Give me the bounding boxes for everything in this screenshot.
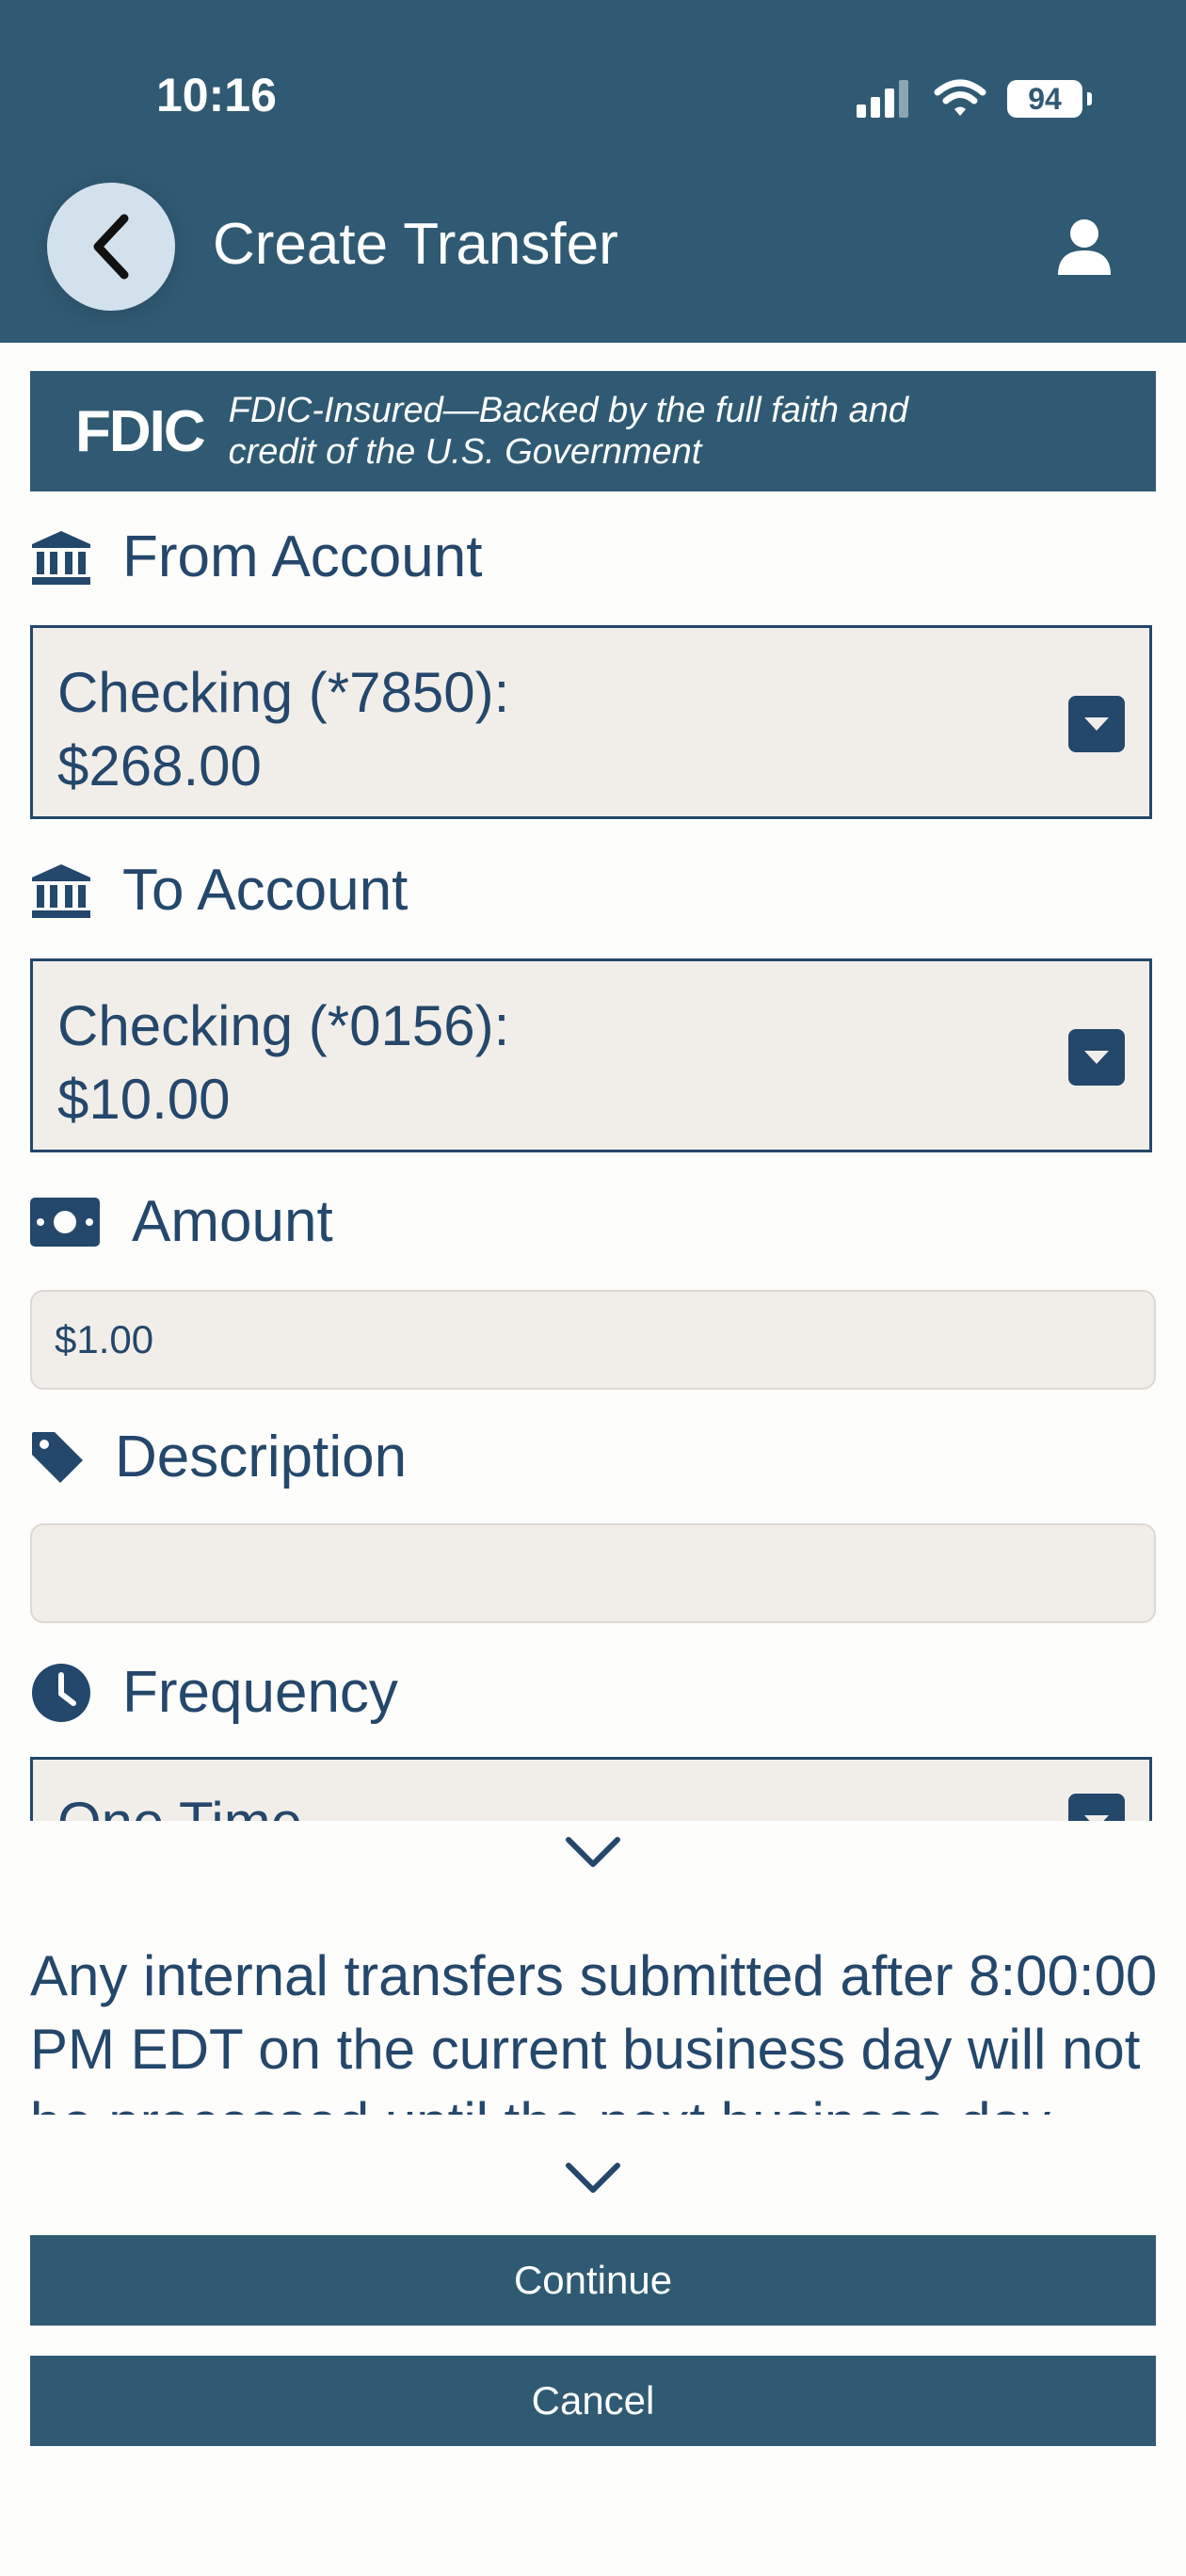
caret-down-icon xyxy=(1068,1029,1125,1086)
continue-button[interactable]: Continue xyxy=(30,2235,1156,2326)
to-account-label: To Account xyxy=(122,858,409,923)
description-label-row: Description xyxy=(30,1424,407,1490)
description-label: Description xyxy=(115,1425,408,1489)
clock-icon xyxy=(30,1663,92,1722)
notice-clip: Any internal transfers submitted after 8… xyxy=(30,1940,1160,2115)
battery-icon: 94 xyxy=(1007,80,1092,118)
fdic-text-line2: credit of the U.S. Government xyxy=(228,432,702,472)
description-input[interactable] xyxy=(30,1523,1156,1623)
bank-icon xyxy=(30,529,92,586)
to-account-select[interactable]: Checking (*0156): $10.00 xyxy=(30,958,1152,1152)
caret-down-icon xyxy=(1068,1794,1125,1821)
battery-level: 94 xyxy=(1028,81,1062,116)
frequency-value: One Time xyxy=(57,1786,302,1821)
frequency-select-clip: One Time xyxy=(30,1757,1156,1821)
fdic-logo: FDIC xyxy=(75,398,206,464)
caret-down-icon xyxy=(1068,696,1125,752)
user-icon[interactable] xyxy=(1056,217,1113,277)
from-account-value-line2: $268.00 xyxy=(57,734,262,797)
chevron-down-icon[interactable] xyxy=(565,2162,621,2196)
frequency-label-row: Frequency xyxy=(30,1659,398,1726)
money-bill-icon xyxy=(30,1194,100,1250)
amount-label-row: Amount xyxy=(30,1188,333,1255)
frequency-label: Frequency xyxy=(122,1660,398,1725)
chevron-left-icon xyxy=(93,214,129,280)
from-account-label: From Account xyxy=(122,524,483,589)
from-account-value-line1: Checking (*7850): xyxy=(57,661,510,724)
wifi-icon xyxy=(934,79,986,116)
fdic-text: FDIC-Insured—Backed by the full faith an… xyxy=(229,390,908,473)
from-account-label-row: From Account xyxy=(30,523,482,590)
frequency-select[interactable]: One Time xyxy=(30,1757,1152,1821)
to-account-value: Checking (*0156): $10.00 xyxy=(57,990,509,1136)
back-button[interactable] xyxy=(47,183,175,311)
fdic-banner: FDIC FDIC-Insured—Backed by the full fai… xyxy=(30,371,1156,491)
cancel-button[interactable]: Cancel xyxy=(30,2356,1156,2446)
status-time: 10:16 xyxy=(156,69,277,121)
from-account-select[interactable]: Checking (*7850): $268.00 xyxy=(30,625,1152,819)
to-account-value-line2: $10.00 xyxy=(57,1068,231,1131)
signal-icon xyxy=(857,80,908,118)
fdic-text-line1: FDIC-Insured—Backed by the full faith an… xyxy=(228,391,909,430)
tag-icon xyxy=(30,1429,85,1486)
amount-input[interactable]: $1.00 xyxy=(30,1290,1156,1390)
cutoff-notice: Any internal transfers submitted after 8… xyxy=(30,1944,1158,2115)
chevron-down-icon[interactable] xyxy=(565,1836,621,1870)
app-header: 10:16 94 Create Transfer xyxy=(0,0,1186,343)
to-account-label-row: To Account xyxy=(30,857,408,924)
bank-icon xyxy=(30,862,92,919)
from-account-value: Checking (*7850): $268.00 xyxy=(57,656,509,803)
page-title: Create Transfer xyxy=(213,212,618,277)
amount-label: Amount xyxy=(132,1189,333,1254)
status-icons: 94 xyxy=(857,75,1092,122)
to-account-value-line1: Checking (*0156): xyxy=(57,994,510,1057)
